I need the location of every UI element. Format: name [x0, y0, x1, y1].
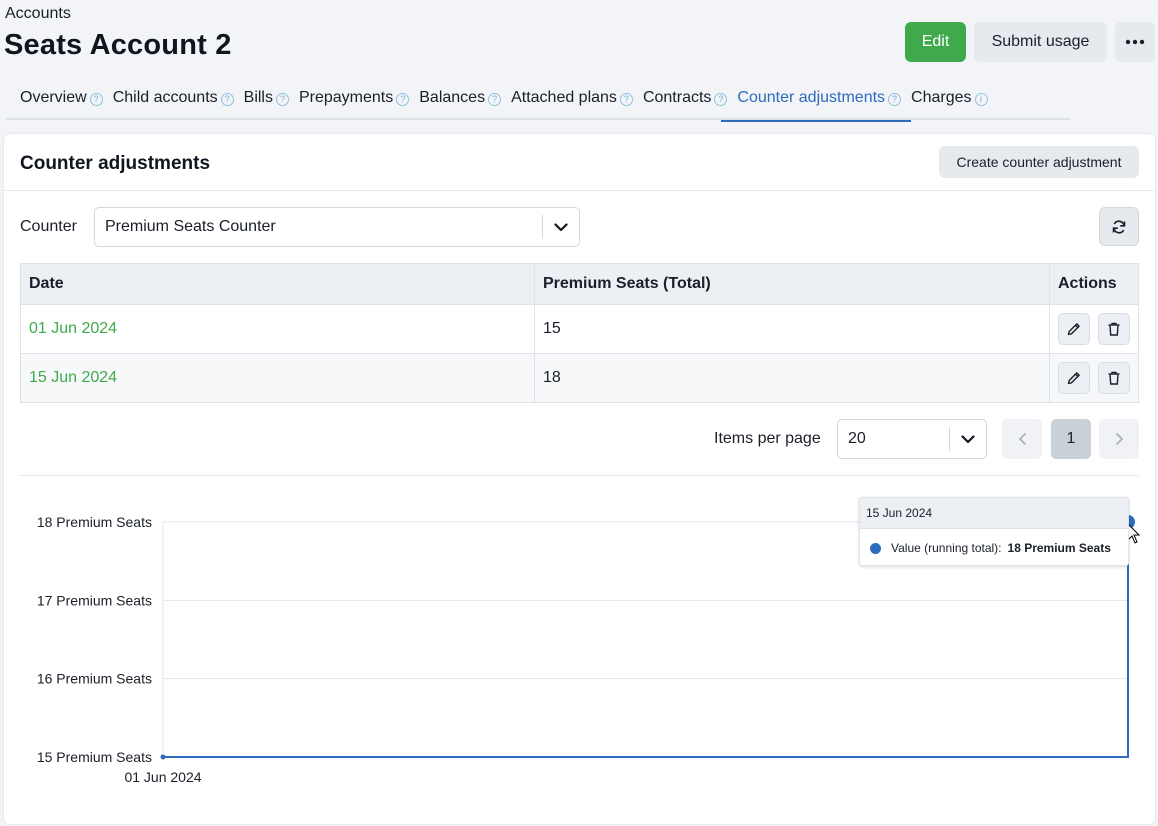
- tab-label: Charges: [911, 89, 972, 106]
- tab-label: Contracts: [642, 89, 712, 106]
- tab-label: Balances: [419, 89, 486, 106]
- tab-bar: Overview? Child accounts? Bills? Prepayment…: [5, 80, 1070, 122]
- counter-adjustments-panel: Counter adjustments Create counter adjus…: [4, 134, 1155, 824]
- question-icon: ?: [488, 92, 502, 106]
- question-icon: ?: [888, 92, 902, 106]
- tab-label: Counter adjustments: [737, 89, 886, 106]
- question-icon: ?: [714, 92, 728, 106]
- tab-counter-adjustments[interactable]: Counter adjustments?: [721, 80, 911, 122]
- tab-label: Overview: [20, 89, 87, 106]
- tab-bills[interactable]: Bills?: [244, 80, 299, 120]
- y-tick-label: 18 Premium Seats: [37, 514, 152, 530]
- more-options-button[interactable]: [1115, 22, 1155, 62]
- tab-label: Attached plans: [511, 89, 617, 106]
- edit-button[interactable]: Edit: [905, 22, 966, 62]
- running-total-chart: 18 Premium Seats 17 Premium Seats 16 Premi…: [37, 514, 1141, 785]
- question-icon: ?: [275, 92, 289, 106]
- tooltip-key: Value (running total):: [891, 541, 1002, 555]
- question-icon: ?: [89, 92, 103, 106]
- tab-attached-plans[interactable]: Attached plans?: [511, 80, 643, 120]
- tab-child-accounts[interactable]: Child accounts?: [113, 80, 244, 120]
- question-icon: ?: [396, 92, 410, 106]
- more-horizontal-icon: [1125, 39, 1145, 45]
- submit-usage-button[interactable]: Submit usage: [974, 22, 1107, 62]
- y-tick-label: 15 Premium Seats: [37, 749, 152, 765]
- tab-label: Bills: [243, 89, 273, 106]
- tooltip-value: 18 Premium Seats: [1007, 541, 1111, 555]
- chart-tooltip: 15 Jun 2024 Value (running total): 18 Pr…: [859, 497, 1129, 566]
- question-icon: ?: [619, 92, 633, 106]
- breadcrumb[interactable]: Accounts: [5, 5, 71, 23]
- series-marker: [870, 542, 881, 554]
- tab-charges[interactable]: Charges i: [911, 80, 997, 120]
- tab-overview[interactable]: Overview?: [5, 80, 113, 120]
- tab-label: Child accounts: [112, 89, 218, 106]
- tab-contracts[interactable]: Contracts?: [643, 80, 737, 120]
- question-icon: ?: [220, 92, 234, 106]
- y-tick-label: 17 Premium Seats: [37, 592, 152, 608]
- tab-balances[interactable]: Balances?: [419, 80, 511, 120]
- tab-label: Prepayments: [298, 89, 394, 106]
- tooltip-date: 15 Jun 2024: [860, 498, 1128, 529]
- x-tick-label: 01 Jun 2024: [124, 769, 201, 785]
- info-icon: i: [974, 92, 988, 106]
- data-point: [160, 754, 166, 760]
- mouse-cursor-icon: [1127, 522, 1141, 544]
- tab-prepayments[interactable]: Prepayments?: [299, 80, 419, 120]
- page-title: Seats Account 2: [4, 29, 232, 61]
- y-tick-label: 16 Premium Seats: [37, 671, 152, 687]
